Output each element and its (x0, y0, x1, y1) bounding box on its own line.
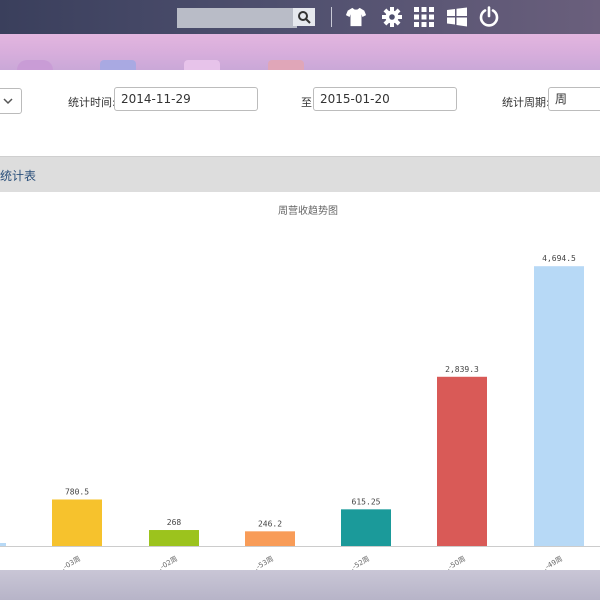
top-system-bar (0, 0, 600, 34)
section-title: 统计表 (0, 169, 37, 183)
chart-data-label-4: 2,839.3 (445, 365, 479, 374)
toolbar-separator (331, 7, 332, 27)
chart-bar-partial (0, 543, 6, 546)
taskbar-strip (0, 570, 600, 600)
chevron-down-icon (3, 98, 13, 105)
end-date-label: 至 (301, 96, 312, 109)
app-dock (0, 34, 600, 70)
dock-app-tile[interactable] (100, 60, 136, 70)
chart-bar-1[interactable] (149, 530, 199, 546)
chart-data-label-3: 615.25 (352, 497, 381, 506)
dock-app-tile[interactable] (184, 60, 220, 70)
period-label: 统计周期: (502, 96, 550, 109)
chart-bar-2[interactable] (245, 531, 295, 546)
apps-button[interactable] (413, 6, 435, 28)
start-date-field[interactable]: 2014-11-29 (114, 87, 258, 111)
gear-icon (382, 7, 402, 27)
start-date-label: 统计时间: (68, 96, 116, 109)
theme-button[interactable] (345, 6, 367, 28)
x-tick-label-4: …-50周 (441, 555, 467, 570)
x-tick-label-3: …-52周 (345, 555, 371, 570)
chart-data-label-5: 4,694.5 (542, 254, 576, 263)
x-tick-label-1: …-02周 (153, 555, 179, 570)
chart-title: 周营收趋势图 (278, 204, 338, 217)
end-date-field[interactable]: 2015-01-20 (313, 87, 457, 111)
chart-panel: 周营收趋势图 780.5 …-03周 268 …-02周 246.2 …-53周 615.2… (0, 192, 600, 574)
settings-button[interactable] (381, 6, 403, 28)
search-icon (298, 11, 311, 24)
power-button[interactable] (478, 6, 500, 28)
dock-app-tile[interactable] (268, 60, 304, 70)
chart-data-label-2: 246.2 (258, 519, 282, 528)
category-dropdown[interactable] (0, 88, 22, 114)
x-tick-label-5: …-49周 (538, 555, 564, 570)
chart-bar-0[interactable] (52, 499, 102, 546)
period-select[interactable]: 周 (548, 87, 600, 111)
chart-data-label-0: 780.5 (65, 487, 89, 496)
power-icon (479, 6, 499, 27)
x-tick-label-2: …-53周 (249, 555, 275, 570)
windows-icon (447, 7, 467, 27)
dock-app-tile[interactable] (17, 60, 53, 70)
x-tick-label-0: …-03周 (56, 555, 82, 570)
filter-row: 统计时间: 2014-11-29 至 2015-01-20 统计周期: 周 (0, 70, 600, 156)
tshirt-icon (345, 7, 367, 27)
search-button[interactable] (293, 8, 315, 26)
chart-data-label-1: 268 (167, 518, 182, 527)
chart-bar-3[interactable] (341, 509, 391, 546)
search-input[interactable] (177, 8, 297, 28)
section-header: 统计表 (0, 156, 600, 194)
chart-bar-4[interactable] (437, 376, 487, 546)
revenue-bar-chart: 周营收趋势图 780.5 …-03周 268 …-02周 246.2 …-53周 615.2… (0, 204, 600, 574)
windows-button[interactable] (446, 6, 468, 28)
chart-bar-5[interactable] (534, 266, 584, 546)
grid-icon (414, 7, 434, 27)
